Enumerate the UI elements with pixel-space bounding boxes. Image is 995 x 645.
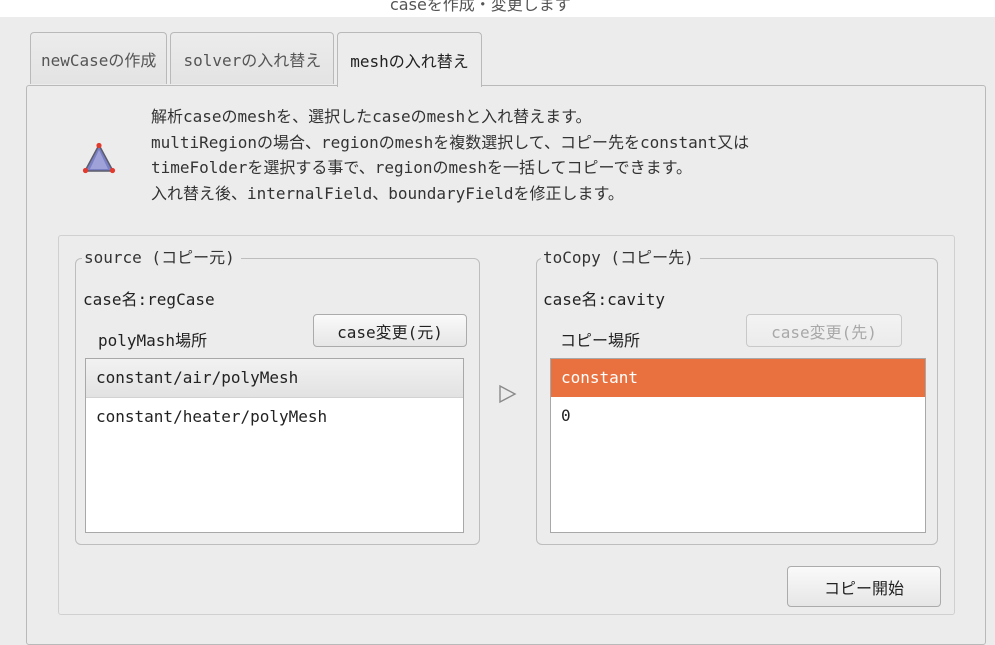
source-change-case-button[interactable]: case変更(元) bbox=[313, 314, 467, 347]
tab-mesh-replace[interactable]: meshの入れ替え bbox=[337, 32, 482, 87]
warning-triangle-icon bbox=[82, 142, 116, 174]
description-line: timeFolderを選択する事で、regionのmeshを一括してコピーできま… bbox=[151, 158, 692, 177]
destination-location-label: コピー場所 bbox=[560, 331, 641, 350]
description-line: 解析caseのmeshを、選択したcaseのmeshと入れ替えます。 bbox=[151, 107, 592, 126]
description-line: multiRegionの場合、regionのmeshを複数選択して、コピー先をc… bbox=[151, 132, 750, 152]
destination-location-list[interactable]: constant 0 bbox=[550, 358, 926, 533]
list-item[interactable]: constant/air/polyMesh bbox=[86, 359, 463, 398]
start-copy-button[interactable]: コピー開始 bbox=[787, 566, 941, 607]
source-location-label: polyMash場所 bbox=[98, 331, 208, 350]
list-item[interactable]: constant bbox=[551, 359, 925, 397]
destination-case-name: case名:cavity bbox=[543, 290, 665, 309]
list-item[interactable]: constant/heater/polyMesh bbox=[86, 398, 463, 436]
list-item[interactable]: 0 bbox=[551, 397, 925, 435]
description-text: 解析caseのmeshを、選択したcaseのmeshと入れ替えます。 multi… bbox=[151, 104, 749, 206]
play-arrow-icon bbox=[499, 384, 517, 404]
tab-solver-replace[interactable]: solverの入れ替え bbox=[170, 32, 335, 84]
source-case-name: case名:regCase bbox=[83, 290, 215, 309]
window-heading: caseを作成・変更します bbox=[390, 0, 571, 14]
tab-new-case[interactable]: newCaseの作成 bbox=[30, 32, 168, 84]
description-line: 入れ替え後、internalField、boundaryFieldを修正します。 bbox=[151, 183, 624, 203]
source-mesh-list[interactable]: constant/air/polyMesh constant/heater/po… bbox=[85, 358, 464, 533]
destination-group-title: toCopy (コピー先) bbox=[541, 247, 700, 269]
source-group-title: source (コピー元) bbox=[82, 247, 241, 269]
tab-bar: newCaseの作成 solverの入れ替え meshの入れ替え bbox=[30, 32, 485, 87]
destination-change-case-button[interactable]: case変更(先) bbox=[746, 314, 902, 347]
